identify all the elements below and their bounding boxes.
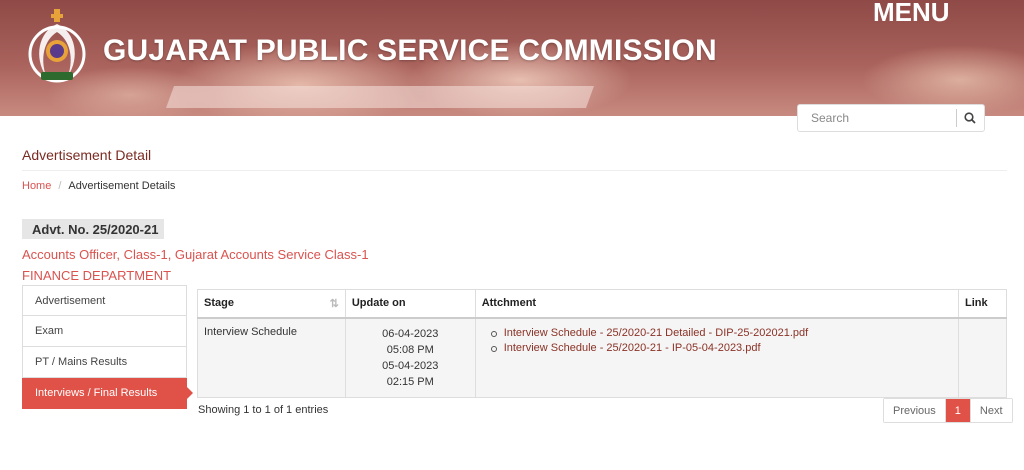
post-name: Accounts Officer, Class-1, Gujarat Accou… [22,247,369,262]
menu-button[interactable]: MENU [873,0,950,28]
table-row: Interview Schedule 06-04-2023 05:08 PM 0… [197,317,1007,398]
column-header-attachment[interactable]: Attchment [474,289,960,319]
list-item: Interview Schedule - 25/2020-21 Detailed… [490,326,952,341]
page-title: Advertisement Detail [22,147,152,163]
tab-pt-mains-results[interactable]: PT / Mains Results [22,347,187,378]
result-tabs: Advertisement Exam PT / Mains Results In… [22,285,193,409]
tab-interviews-final-results[interactable]: Interviews / Final Results [22,378,193,409]
cell-link [958,317,1007,398]
column-header-link[interactable]: Link [958,289,1007,319]
search-icon [964,112,977,124]
column-header-stage[interactable]: Stage ⇅ [197,289,346,319]
column-header-update-on[interactable]: Update on [344,289,476,319]
tab-advertisement[interactable]: Advertisement [22,285,187,316]
table-header-row: Stage ⇅ Update on Attchment Link [197,289,1007,319]
cell-stage: Interview Schedule [197,317,346,398]
attachment-link[interactable]: Interview Schedule - 25/2020-21 Detailed… [504,327,809,339]
update-date: 05-04-2023 [382,359,439,372]
search-button[interactable] [957,105,984,131]
attachment-list: Interview Schedule - 25/2020-21 Detailed… [482,326,952,356]
header-banner: GUJARAT PUBLIC SERVICE COMMISSION MENU [0,0,1024,116]
breadcrumb-current: Advertisement Details [68,180,176,192]
page-number-button[interactable]: 1 [945,399,970,422]
schedule-table: Stage ⇅ Update on Attchment Link Intervi… [197,289,1007,398]
search-input[interactable] [798,105,956,131]
tab-exam[interactable]: Exam [22,316,187,347]
department-name: FINANCE DEPARTMENT [22,268,172,283]
table-info: Showing 1 to 1 of 1 entries [198,404,329,416]
advertisement-number: Advt. No. 25/2020-21 [22,219,164,239]
gpsc-emblem-icon[interactable] [26,6,88,90]
title-divider [22,170,1007,171]
sort-icon[interactable]: ⇅ [330,297,339,310]
cell-attachments: Interview Schedule - 25/2020-21 Detailed… [474,317,960,398]
attachment-link[interactable]: Interview Schedule - 25/2020-21 - IP-05-… [504,342,761,354]
update-date: 06-04-2023 [382,327,439,340]
next-page-button[interactable]: Next [969,399,1012,422]
breadcrumb-home-link[interactable]: Home [22,180,51,192]
previous-page-button[interactable]: Previous [884,399,946,422]
update-time: 02:15 PM [386,375,434,388]
column-header-stage-label: Stage [204,296,234,309]
breadcrumb-separator: / [58,180,62,192]
cell-update-on: 06-04-2023 05:08 PM 05-04-2023 02:15 PM [344,317,476,398]
pagination: Previous 1 Next [883,398,1013,423]
banner-background-photo [165,86,595,108]
update-time: 05:08 PM [386,343,434,356]
list-item: Interview Schedule - 25/2020-21 - IP-05-… [490,341,952,356]
site-title: GUJARAT PUBLIC SERVICE COMMISSION [103,34,717,67]
breadcrumb: Home / Advertisement Details [22,180,175,192]
search-box [797,104,985,132]
